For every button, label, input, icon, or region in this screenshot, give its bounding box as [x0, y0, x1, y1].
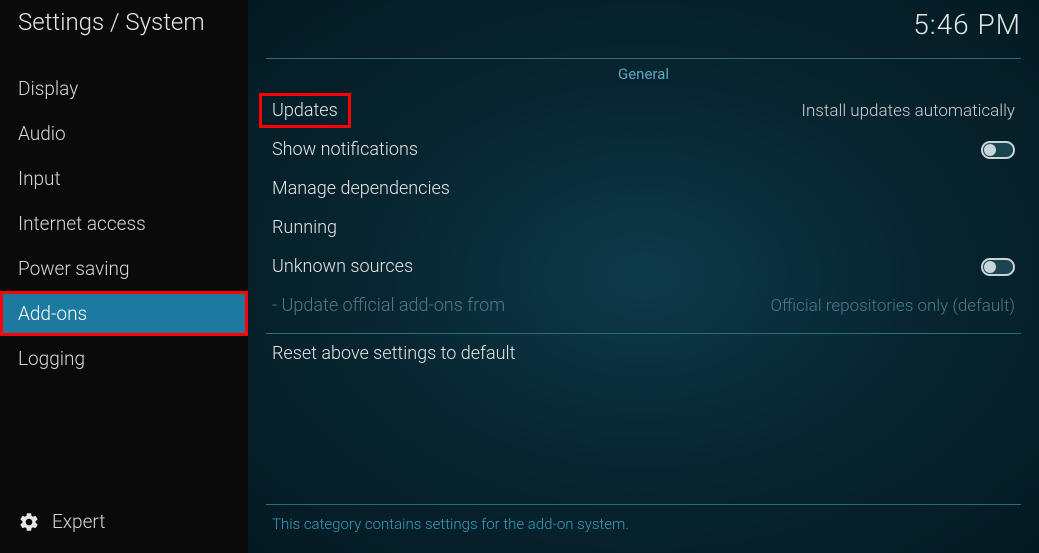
setting-manage-dependencies[interactable]: Manage dependencies [266, 169, 1021, 208]
toggle-off-icon[interactable] [981, 141, 1015, 159]
category-description: This category contains settings for the … [266, 504, 1021, 553]
gear-icon [18, 511, 40, 533]
setting-label: Manage dependencies [272, 178, 450, 199]
sidebar-item-internet-access[interactable]: Internet access [0, 201, 248, 246]
setting-label: Running [272, 217, 337, 238]
setting-value: Install updates automatically [801, 101, 1015, 121]
settings-level-button[interactable]: Expert [0, 496, 248, 553]
setting-value: Official repositories only (default) [771, 296, 1015, 316]
setting-label: Show notifications [272, 139, 418, 160]
main-panel: General Updates Install updates automati… [248, 0, 1039, 553]
setting-updates[interactable]: Updates Install updates automatically [266, 91, 1021, 130]
settings-level-label: Expert [52, 510, 105, 533]
setting-show-notifications[interactable]: Show notifications [266, 130, 1021, 169]
setting-reset-defaults[interactable]: Reset above settings to default [266, 334, 1021, 373]
section-header: General [266, 63, 1021, 91]
setting-update-official-addons: - Update official add-ons from Official … [266, 286, 1021, 325]
setting-running[interactable]: Running [266, 208, 1021, 247]
setting-label: - Update official add-ons from [272, 295, 505, 316]
setting-unknown-sources[interactable]: Unknown sources [266, 247, 1021, 286]
sidebar-item-display[interactable]: Display [0, 66, 248, 111]
setting-label: Unknown sources [272, 256, 413, 277]
sidebar-item-audio[interactable]: Audio [0, 111, 248, 156]
setting-label: Updates [262, 96, 348, 125]
sidebar: Display Audio Input Internet access Powe… [0, 0, 248, 553]
sidebar-item-logging[interactable]: Logging [0, 336, 248, 381]
sidebar-item-power-saving[interactable]: Power saving [0, 246, 248, 291]
toggle-off-icon[interactable] [981, 258, 1015, 276]
sidebar-item-input[interactable]: Input [0, 156, 248, 201]
sidebar-item-add-ons[interactable]: Add-ons [0, 291, 248, 336]
setting-label: Reset above settings to default [272, 343, 515, 364]
